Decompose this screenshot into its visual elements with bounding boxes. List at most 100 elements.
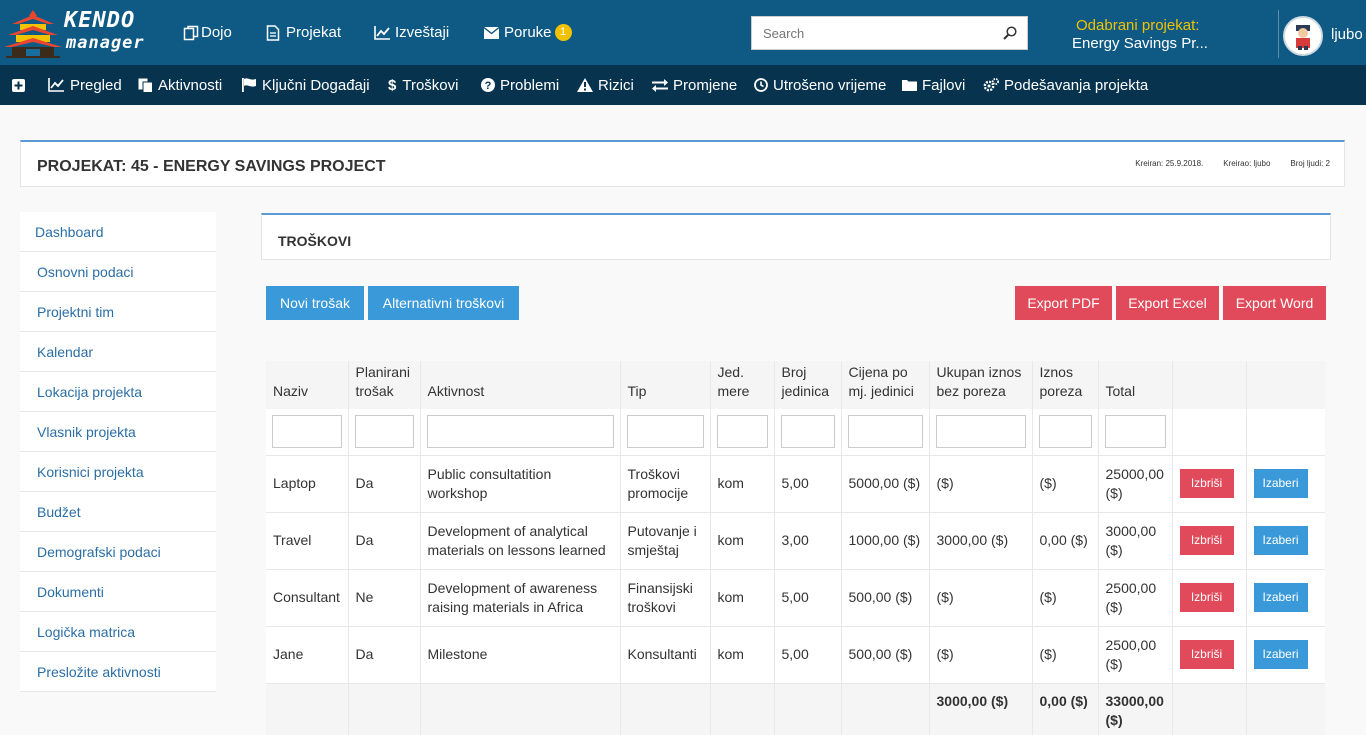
project-header: PROJEKAT: 45 - ENERGY SAVINGS PROJECT Kr… — [20, 140, 1345, 187]
nav-projekat[interactable]: Projekat — [266, 0, 341, 65]
cell-jed-mere: kom — [709, 625, 774, 683]
folder-icon — [902, 80, 917, 91]
sidebar-item-projektni-tim[interactable]: Projektni tim — [20, 292, 216, 332]
export-word-button[interactable]: Export Word — [1223, 286, 1326, 320]
costs-table: Naziv Planirani trošak Aktivnost Tip Jed… — [266, 361, 1325, 735]
subnav-troskovi-label: Troškovi — [402, 76, 459, 94]
select-row-button[interactable]: Izaberi — [1253, 469, 1308, 498]
cell-select: Izaberi — [1245, 625, 1325, 683]
col-header-total[interactable]: Total — [1097, 361, 1172, 409]
select-row-button[interactable]: Izaberi — [1253, 640, 1308, 669]
file-icon — [266, 24, 280, 41]
col-header-planirani-trosak[interactable]: Planirani trošak — [347, 361, 420, 409]
select-row-button[interactable]: Izaberi — [1253, 583, 1308, 612]
messages-count-badge: 1 — [554, 24, 572, 41]
sidebar-item-demografski-podaci[interactable]: Demografski podaci — [20, 532, 216, 572]
col-header-cijena[interactable]: Cijena po mj. jedinici — [840, 361, 929, 409]
sidebar-item-logicka-matrica[interactable]: Logička matrica — [20, 612, 216, 652]
sidebar-item-dokumenti[interactable]: Dokumenti — [20, 572, 216, 612]
filter-tip-input[interactable] — [626, 415, 704, 449]
subnav-troskovi[interactable]: $ Troškovi — [388, 65, 458, 105]
filter-iznos-poreza-input[interactable] — [1038, 415, 1092, 449]
selected-project-value: Energy Savings Pr... — [1072, 35, 1208, 52]
table-row[interactable]: Travel Da Development of analytical mate… — [266, 511, 1325, 569]
total-empty-cell — [419, 682, 620, 735]
avatar[interactable] — [1283, 16, 1323, 56]
delete-row-button[interactable]: Izbriši — [1179, 526, 1234, 555]
selected-project[interactable]: Odabrani projekat: Energy Savings Pr... — [1072, 17, 1208, 53]
cell-jed-mere: kom — [709, 511, 774, 569]
col-header-jed-mere[interactable]: Jed. mere — [709, 361, 774, 409]
subnav-podesavanja-projekta[interactable]: Podešavanja projekta — [983, 65, 1148, 105]
project-meta: Kreiran: 25.9.2018. Kreirao: ljubo Broj … — [1135, 159, 1330, 168]
col-header-aktivnost[interactable]: Aktivnost — [419, 361, 620, 409]
svg-text:?: ? — [485, 80, 492, 92]
total-empty-cell — [266, 682, 348, 735]
sidebar-item-budzet[interactable]: Budžet — [20, 492, 216, 532]
sidebar-item-osnovni-podaci[interactable]: Osnovni podaci — [20, 252, 216, 292]
cell-jed-mere: kom — [709, 454, 774, 512]
total-empty-cell — [773, 682, 841, 735]
export-pdf-button[interactable]: Export PDF — [1015, 286, 1112, 320]
subnav-add[interactable] — [12, 65, 30, 105]
nav-izvestaji[interactable]: Izveštaji — [374, 0, 449, 65]
filter-planirani-trosak-input[interactable] — [354, 415, 414, 449]
col-header-tip[interactable]: Tip — [619, 361, 710, 409]
sidebar-item-dashboard[interactable]: Dashboard — [20, 212, 216, 252]
delete-row-button[interactable]: Izbriši — [1179, 583, 1234, 612]
filter-empty-cell — [1171, 409, 1246, 455]
col-header-ukupan-iznos[interactable]: Ukupan iznos bez poreza — [928, 361, 1032, 409]
cell-tip: Troškovi promocije — [619, 454, 710, 512]
search-icon[interactable] — [1003, 26, 1017, 40]
delete-row-button[interactable]: Izbriši — [1179, 469, 1234, 498]
table-row[interactable]: Jane Da Milestone Konsultanti kom 5,00 5… — [266, 625, 1325, 683]
cell-aktivnost: Milestone — [419, 625, 620, 683]
subnav-pregled[interactable]: Pregled — [48, 65, 122, 105]
select-row-button[interactable]: Izaberi — [1253, 526, 1308, 555]
sidebar-item-korisnici-projekta[interactable]: Korisnici projekta — [20, 452, 216, 492]
sidebar-item-lokacija-projekta[interactable]: Lokacija projekta — [20, 372, 216, 412]
subnav-rizici[interactable]: Rizici — [577, 65, 634, 105]
sidebar-item-vlasnik-projekta[interactable]: Vlasnik projekta — [20, 412, 216, 452]
cell-naziv: Laptop — [266, 454, 348, 512]
cell-naziv: Jane — [266, 625, 348, 683]
subnav-promjene-label: Promjene — [673, 76, 738, 94]
dollar-icon: $ — [388, 76, 397, 94]
search-input[interactable] — [752, 17, 992, 49]
delete-row-button[interactable]: Izbriši — [1179, 640, 1234, 669]
kendo-manager-logo[interactable]: KENDO manager — [4, 8, 154, 58]
subnav-promjene[interactable]: Promjene — [652, 65, 737, 105]
total-empty-cell — [709, 682, 774, 735]
nav-poruke[interactable]: Poruke 1 — [484, 0, 572, 65]
subnav-kljucni-dogadjaji[interactable]: Ključni Događaji — [242, 65, 370, 105]
subnav-utroseno-vrijeme[interactable]: Utrošeno vrijeme — [754, 65, 886, 105]
subnav-rizici-label: Rizici — [598, 76, 634, 94]
filter-total-input[interactable] — [1104, 415, 1166, 449]
filter-ukupan-iznos-input[interactable] — [935, 415, 1026, 449]
subnav-aktivnosti[interactable]: Aktivnosti — [138, 65, 222, 105]
filter-broj-jedinica-input[interactable] — [780, 415, 835, 449]
sidebar-item-preslozite-aktivnosti[interactable]: Presložite aktivnosti — [20, 652, 216, 692]
alternative-costs-button[interactable]: Alternativni troškovi — [368, 286, 519, 320]
line-chart-icon — [48, 78, 64, 92]
col-header-iznos-poreza[interactable]: Iznos poreza — [1031, 361, 1098, 409]
cell-naziv: Consultant — [266, 568, 348, 626]
table-row[interactable]: Consultant Ne Development of awareness r… — [266, 568, 1325, 626]
username[interactable]: ljubo — [1331, 26, 1363, 43]
sidebar-item-kalendar[interactable]: Kalendar — [20, 332, 216, 372]
brand-subtitle: manager — [66, 33, 145, 53]
table-row[interactable]: Laptop Da Public consultatition workshop… — [266, 454, 1325, 512]
col-header-broj-jedinica[interactable]: Broj jedinica — [773, 361, 841, 409]
col-header-naziv[interactable]: Naziv — [266, 361, 348, 409]
filter-naziv-input[interactable] — [272, 415, 342, 449]
nav-dojo[interactable]: Dojo — [183, 0, 232, 65]
new-cost-button[interactable]: Novi trošak — [266, 286, 364, 320]
filter-cijena-input[interactable] — [847, 415, 923, 449]
question-circle-icon: ? — [481, 78, 495, 92]
filter-aktivnost-input[interactable] — [426, 415, 614, 449]
export-excel-button[interactable]: Export Excel — [1116, 286, 1219, 320]
envelope-icon — [484, 26, 499, 39]
subnav-fajlovi[interactable]: Fajlovi — [902, 65, 965, 105]
filter-jed-mere-input[interactable] — [716, 415, 768, 449]
subnav-problemi[interactable]: ? Problemi — [481, 65, 559, 105]
